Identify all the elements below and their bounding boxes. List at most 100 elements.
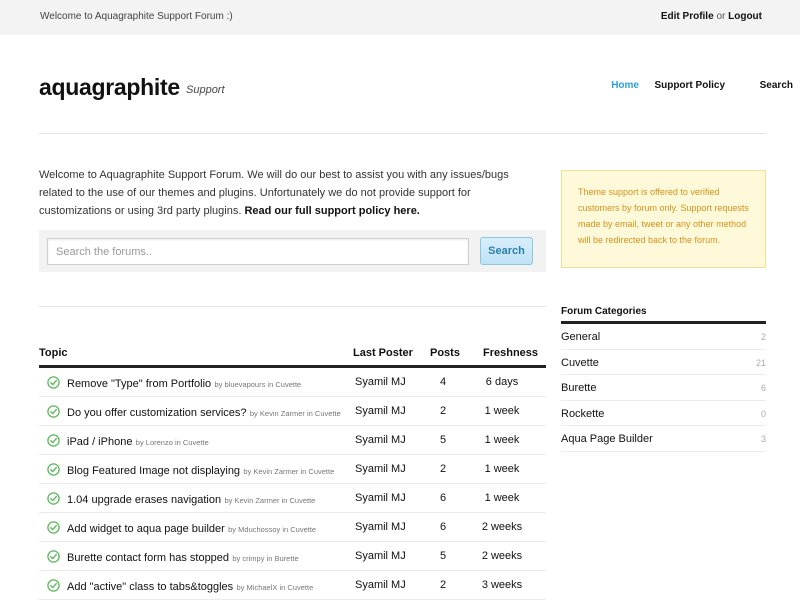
forum-categories: Forum Categories General 2 Cuvette 21 Burett… — [561, 305, 766, 452]
freshness[interactable]: 2 weeks — [477, 521, 527, 533]
category-item[interactable]: General 2 — [561, 324, 766, 350]
search-button[interactable]: Search — [480, 237, 533, 265]
categories-title: Forum Categories — [561, 305, 766, 324]
check-circle-icon — [47, 463, 60, 476]
account-links: Edit Profile or Logout — [661, 11, 762, 22]
topic-meta: by crimpy in Burette — [232, 554, 299, 563]
check-circle-icon — [47, 405, 60, 418]
nav-search[interactable]: Search — [760, 80, 793, 91]
freshness[interactable]: 3 weeks — [477, 579, 527, 591]
table-row: Blog Featured Image not displaying by Ke… — [39, 455, 546, 484]
topic-title-link[interactable]: Do you offer customization services? — [67, 407, 247, 419]
last-poster[interactable]: Syamil MJ — [355, 550, 406, 562]
category-link[interactable]: Burette — [561, 382, 596, 394]
category-link[interactable]: Cuvette — [561, 357, 599, 369]
topic-title-link[interactable]: Add widget to aqua page builder — [67, 523, 225, 535]
topic-cell: Do you offer customization services? by … — [67, 405, 341, 419]
topic-title-link[interactable]: Blog Featured Image not displaying — [67, 465, 240, 477]
topic-meta: by Mduchossoy in Cuvette — [228, 525, 317, 534]
topic-cell: Blog Featured Image not displaying by Ke… — [67, 463, 334, 477]
post-count: 4 — [439, 376, 447, 388]
category-item[interactable]: Burette 6 — [561, 375, 766, 401]
topic-cell: Add widget to aqua page builder by Mduch… — [67, 521, 316, 535]
table-row: Do you offer customization services? by … — [39, 397, 546, 426]
topic-title-link[interactable]: Burette contact form has stopped — [67, 552, 229, 564]
post-count: 6 — [439, 492, 447, 504]
nav-support-policy[interactable]: Support Policy — [654, 80, 725, 91]
post-count: 6 — [439, 521, 447, 533]
forum-search-input[interactable] — [47, 238, 469, 265]
check-circle-icon — [47, 376, 60, 389]
table-row: Burette contact form has stopped by crim… — [39, 542, 546, 571]
category-item[interactable]: Aqua Page Builder 3 — [561, 426, 766, 452]
last-poster[interactable]: Syamil MJ — [355, 463, 406, 475]
last-poster[interactable]: Syamil MJ — [355, 521, 406, 533]
category-link[interactable]: Rockette — [561, 408, 604, 420]
col-freshness: Freshness — [483, 347, 539, 359]
category-count: 6 — [760, 383, 766, 393]
topic-cell: Burette contact form has stopped by crim… — [67, 550, 299, 564]
table-row: Remove "Type" from Portfolio by bluevapo… — [39, 368, 546, 397]
topic-title-link[interactable]: Add "active" class to tabs&toggles — [67, 581, 233, 593]
freshness[interactable]: 1 week — [477, 434, 527, 446]
last-poster[interactable]: Syamil MJ — [355, 376, 406, 388]
topic-meta: by Kevin Zarmer in Cuvette — [249, 409, 341, 418]
topics-table: Topic Last Poster Posts Freshness Remove… — [39, 347, 546, 600]
freshness[interactable]: 1 week — [477, 492, 527, 504]
top-bar: Welcome to Aquagraphite Support Forum :)… — [0, 0, 800, 35]
last-poster[interactable]: Syamil MJ — [355, 579, 406, 591]
post-count: 5 — [439, 550, 447, 562]
col-topic: Topic — [39, 347, 68, 359]
table-row: iPad / iPhone by Lorenzo in Cuvette Syami… — [39, 426, 546, 455]
categories-list: General 2 Cuvette 21 Burette 6 Rockette 0 Aqua P… — [561, 324, 766, 452]
check-circle-icon — [47, 492, 60, 505]
topic-meta: by bluevapours in Cuvette — [214, 380, 302, 389]
topic-meta: by MichaelX in Cuvette — [236, 583, 314, 592]
category-count: 21 — [755, 357, 766, 368]
topic-cell: 1.04 upgrade erases navigation by Kevin … — [67, 492, 315, 506]
category-item[interactable]: Cuvette 21 — [561, 350, 766, 375]
support-notice: Theme support is offered to verified cus… — [561, 170, 766, 268]
logout-link[interactable]: Logout — [728, 11, 762, 22]
welcome-text: Welcome to Aquagraphite Support Forum :) — [40, 11, 233, 22]
freshness[interactable]: 1 week — [477, 405, 527, 417]
table-row: Add "active" class to tabs&toggles by Mi… — [39, 571, 546, 600]
last-poster[interactable]: Syamil MJ — [355, 405, 406, 417]
category-count: 0 — [760, 408, 766, 419]
topic-meta: by Kevin Zarmer in Cuvette — [224, 496, 316, 505]
edit-profile-link[interactable]: Edit Profile — [661, 11, 714, 22]
table-row: 1.04 upgrade erases navigation by Kevin … — [39, 484, 546, 513]
col-posts: Posts — [430, 347, 460, 359]
last-poster[interactable]: Syamil MJ — [355, 492, 406, 504]
topics-header: Topic Last Poster Posts Freshness — [39, 347, 546, 368]
site-logo[interactable]: aquagraphite — [39, 74, 180, 101]
topic-meta: by Lorenzo in Cuvette — [135, 438, 209, 447]
category-count: 2 — [760, 332, 766, 342]
category-count: 3 — [760, 434, 766, 444]
freshness[interactable]: 1 week — [477, 463, 527, 475]
category-link[interactable]: General — [561, 331, 600, 343]
nav-home[interactable]: Home — [611, 80, 639, 91]
category-item[interactable]: Rockette 0 — [561, 401, 766, 426]
post-count: 2 — [439, 405, 447, 417]
or-text: or — [716, 11, 726, 22]
topics-body: Remove "Type" from Portfolio by bluevapo… — [39, 368, 546, 600]
topic-title-link[interactable]: Remove "Type" from Portfolio — [67, 378, 211, 390]
post-count: 5 — [439, 434, 447, 446]
header-divider — [39, 133, 766, 134]
content-divider — [39, 306, 546, 307]
check-circle-icon — [47, 550, 60, 563]
last-poster[interactable]: Syamil MJ — [355, 434, 406, 446]
topic-title-link[interactable]: iPad / iPhone — [67, 436, 132, 448]
freshness[interactable]: 2 weeks — [477, 550, 527, 562]
topic-title-link[interactable]: 1.04 upgrade erases navigation — [67, 494, 221, 506]
check-circle-icon — [47, 434, 60, 447]
support-policy-link[interactable]: Read our full support policy here. — [244, 205, 419, 217]
category-link[interactable]: Aqua Page Builder — [561, 433, 653, 445]
topic-meta: by Kevin Zarmer in Cuvette — [243, 467, 335, 476]
topic-cell: Remove "Type" from Portfolio by bluevapo… — [67, 376, 301, 390]
check-circle-icon — [47, 579, 60, 592]
topic-cell: iPad / iPhone by Lorenzo in Cuvette — [67, 434, 209, 448]
forum-search: Search — [39, 230, 546, 272]
freshness[interactable]: 6 days — [477, 376, 527, 388]
